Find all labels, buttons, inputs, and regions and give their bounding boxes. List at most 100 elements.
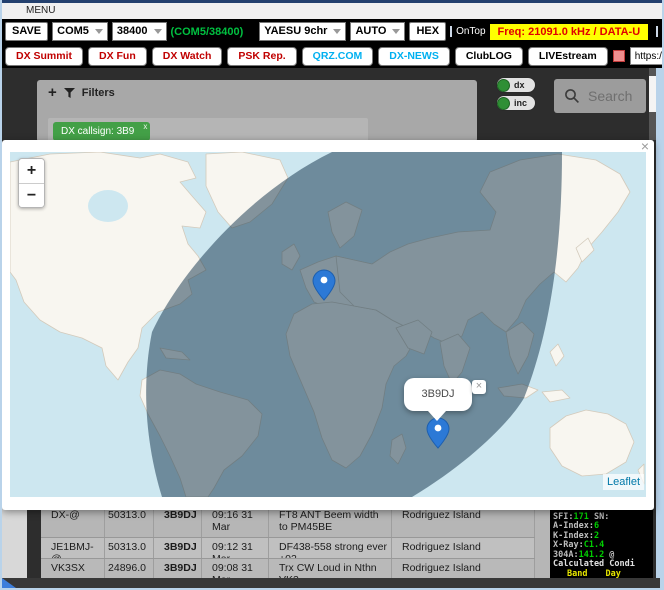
table-row[interactable]: JE1BMJ-@ 50313.0 3B9DJ 09:12 31 Mar DF43… [41, 538, 535, 559]
port-status: (COM5/38400) [171, 26, 244, 38]
world-map-svg [10, 152, 646, 497]
sfi-label: SFI: [553, 512, 573, 522]
table-row[interactable]: DX-@ 50313.0 3B9DJ 09:16 31 Mar FT8 ANT … [41, 506, 535, 538]
a-index-label: A-Index: [553, 521, 594, 531]
cat-url-input[interactable] [630, 47, 664, 65]
radio-model-select[interactable]: YAESU 9chr [259, 22, 346, 41]
toggle-on-dot [497, 79, 510, 92]
leaflet-link[interactable]: Leaflet [607, 476, 640, 488]
search-box [554, 79, 646, 113]
add-filter-button[interactable]: + [48, 87, 57, 99]
xray-value: C1.4 [584, 540, 604, 550]
chevron-down-icon [392, 29, 400, 34]
qrz-button[interactable]: QRZ.COM [302, 47, 374, 66]
filter-funnel-icon [64, 88, 75, 98]
comment-cell: DF438-558 strong ever +02 [269, 538, 392, 558]
comment-cell: Trx CW Loud in Nthn VK3 [269, 559, 392, 578]
frequency-cell: 50313.0 [105, 538, 154, 558]
dx-callsign-filter-chip[interactable]: DX callsign: 3B9 x [53, 122, 150, 141]
dx-spots-table: DX-@ 50313.0 3B9DJ 09:16 31 Mar FT8 ANT … [41, 504, 535, 579]
bottom-strip [2, 578, 660, 588]
clublog-button[interactable]: ClubLOG [455, 47, 523, 66]
304a-label: 304A: [553, 550, 579, 560]
popup-pointer [428, 411, 446, 421]
a-index-value: 6 [594, 521, 599, 531]
time-cell: 09:12 31 Mar [202, 538, 269, 558]
com-port-value: COM5 [57, 23, 89, 40]
filter-chip-label: DX callsign: 3B9 [61, 126, 134, 137]
inc-toggle-label: inc [514, 98, 527, 108]
close-icon[interactable]: × [641, 139, 649, 153]
map-zoom-control: + − [18, 158, 45, 208]
world-map[interactable] [10, 152, 646, 497]
force-checkbox[interactable] [656, 26, 658, 37]
xray-label: X-Ray: [553, 540, 584, 550]
table-filler [535, 504, 550, 578]
hex-button[interactable]: HEX [409, 22, 446, 41]
filters-title: Filters [82, 87, 115, 99]
cat-mode-value: AUTO [355, 23, 386, 40]
chevron-down-icon [333, 29, 341, 34]
304a-value: 141.2 [579, 550, 605, 560]
chevron-down-icon [95, 29, 103, 34]
comment-cell: FT8 ANT Beem width to PM45BE [269, 506, 392, 537]
radio-model-value: YAESU 9chr [264, 23, 327, 40]
dx-toggle[interactable]: dx [496, 77, 536, 93]
popup-callsign: 3B9DJ [404, 378, 472, 411]
frequency-cell: 24896.0 [105, 559, 154, 578]
country-cell: Rodriguez Island [392, 506, 535, 537]
ontop-checkbox[interactable] [450, 26, 452, 37]
chevron-down-icon [154, 29, 162, 34]
304a-unit: @ [604, 550, 614, 560]
links-toolbar: DX Summit DX Fun DX Watch PSK Rep. QRZ.C… [2, 44, 662, 68]
ontop-label: OnTop [456, 26, 485, 37]
k-index-value: 2 [594, 531, 599, 541]
psk-reporter-button[interactable]: PSK Rep. [227, 47, 296, 66]
remove-filter-icon[interactable]: x [143, 122, 147, 131]
app-window: MENU SAVE COM5 38400 (COM5/38400) YAESU … [0, 0, 664, 590]
cat-toolbar: SAVE COM5 38400 (COM5/38400) YAESU 9chr … [2, 19, 662, 44]
dx-callsign-cell: 3B9DJ [154, 559, 202, 578]
baud-rate-select[interactable]: 38400 [112, 22, 167, 41]
window-right-border [656, 68, 662, 588]
filters-panel: + Filters DX callsign: 3B9 x [37, 80, 477, 142]
dx-fun-button[interactable]: DX Fun [88, 47, 147, 66]
dx-toggle-label: dx [514, 80, 525, 90]
country-cell: Rodriguez Island [392, 559, 535, 578]
solar-data-panel: 31 Mar 2025 103 SFI:171 SN: A-Index:6 K-… [550, 502, 653, 578]
dx-watch-button[interactable]: DX Watch [152, 47, 223, 66]
spotter-cell: DX-@ [41, 506, 105, 537]
inc-toggle[interactable]: inc [496, 95, 536, 111]
map-overlay: × [2, 140, 654, 510]
zoom-out-button[interactable]: − [19, 183, 44, 207]
frequency-cell: 50313.0 [105, 506, 154, 537]
menu-bar[interactable]: MENU [2, 3, 662, 19]
toggle-on-dot [497, 97, 510, 110]
band-column-label: Band [567, 569, 587, 579]
night-overlay [146, 152, 562, 497]
dx-news-button[interactable]: DX-NEWS [378, 47, 450, 66]
livestream-status-icon [613, 50, 625, 62]
table-row[interactable]: VK3SX 24896.0 3B9DJ 09:08 31 Mar Trx CW … [41, 559, 535, 579]
livestream-button[interactable]: LIVEstream [528, 47, 608, 66]
spotter-cell: VK3SX [41, 559, 105, 578]
country-cell: Rodriguez Island [392, 538, 535, 558]
k-index-label: K-Index: [553, 531, 594, 541]
save-button[interactable]: SAVE [5, 22, 48, 41]
sn-label: SN: [589, 512, 609, 522]
zoom-in-button[interactable]: + [19, 159, 44, 183]
search-input[interactable] [588, 88, 643, 104]
popup-close-icon[interactable]: × [472, 380, 486, 394]
page-left-margin [2, 500, 27, 578]
search-icon [564, 88, 580, 104]
baud-rate-value: 38400 [117, 23, 148, 40]
corner-logo-icon [2, 578, 16, 588]
sfi-value: 171 [573, 512, 588, 522]
active-filters-box: DX callsign: 3B9 x [48, 118, 368, 142]
hudson-bay [88, 190, 128, 222]
frequency-display: Freq: 21091.0 kHz / DATA-U [490, 24, 649, 40]
dx-summit-button[interactable]: DX Summit [5, 47, 83, 66]
time-cell: 09:16 31 Mar [202, 506, 269, 537]
cat-mode-select[interactable]: AUTO [350, 22, 405, 41]
com-port-select[interactable]: COM5 [52, 22, 108, 41]
